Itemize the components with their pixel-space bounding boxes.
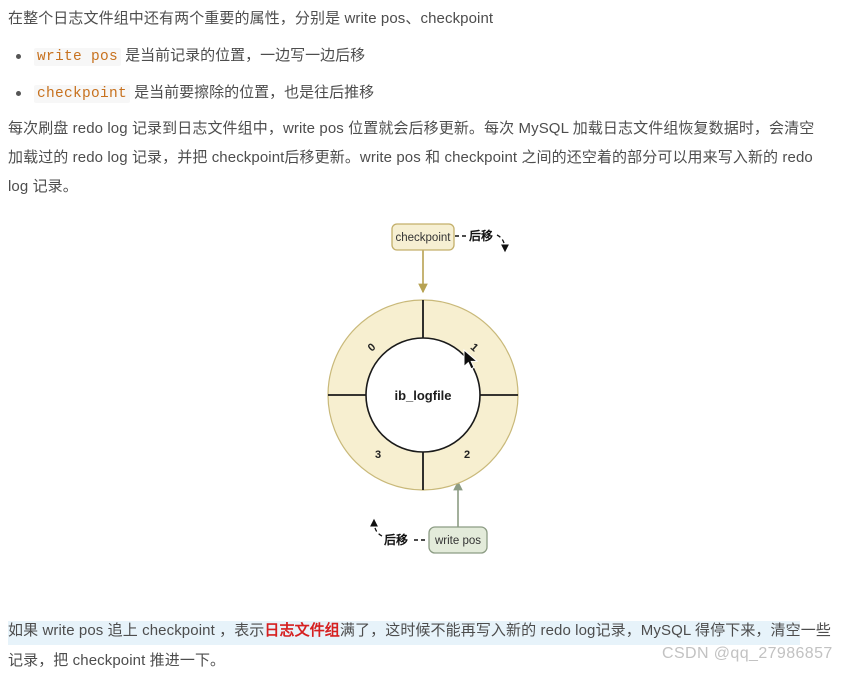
tail-paragraph-before: 如果 write pos 追上 checkpoint ，表示 xyxy=(8,622,265,639)
document-page: 在整个日志文件组中还有两个重要的属性，分别是 write pos、checkpo… xyxy=(0,0,847,672)
inline-code-checkpoint: checkpoint xyxy=(34,85,131,103)
body-paragraph-text: 每次刷盘 redo log 记录到日志文件组中，write pos 位置就会后移… xyxy=(8,120,815,195)
ring-segment-label-3: 3 xyxy=(375,449,381,461)
list-item: write pos 是当前记录的位置，一边写一边后移 xyxy=(8,38,808,75)
checkpoint-move-annotation: 后移 xyxy=(455,228,509,253)
attribute-bullet-list: write pos 是当前记录的位置，一边写一边后移 checkpoint 是当… xyxy=(8,38,808,112)
write-pos-label-box[interactable]: write pos xyxy=(428,526,488,554)
list-item-text: 是当前记录的位置，一边写一边后移 xyxy=(121,47,366,64)
arrow-pointer-icon xyxy=(463,349,479,370)
tail-paragraph-highlight: 日志文件组 xyxy=(264,622,340,639)
checkpoint-move-label: 后移 xyxy=(469,228,493,243)
ring-segment-label-2: 2 xyxy=(464,449,470,461)
intro-paragraph-text: 在整个日志文件组中还有两个重要的属性，分别是 write pos、checkpo… xyxy=(8,10,494,27)
csdn-watermark: CSDN @qq_27986857 xyxy=(662,645,833,662)
intro-paragraph: 在整个日志文件组中还有两个重要的属性，分别是 write pos、checkpo… xyxy=(8,4,828,33)
redo-log-ring-diagram: 0 1 2 3 ib_logfile checkpoint 后移 write p… xyxy=(300,205,580,575)
write-pos-move-label: 后移 xyxy=(384,532,408,547)
checkpoint-box-label: checkpoint xyxy=(396,232,452,244)
log-file-ring: 0 1 2 3 ib_logfile xyxy=(327,299,519,491)
checkpoint-label-box[interactable]: checkpoint xyxy=(391,223,455,251)
write-pos-move-curve-arrow xyxy=(370,518,383,537)
list-item: checkpoint 是当前要擦除的位置，也是往后推移 xyxy=(8,75,808,112)
list-item-text: 是当前要擦除的位置，也是往后推移 xyxy=(130,84,375,101)
write-pos-box-label: write pos xyxy=(434,535,481,547)
inline-code-write-pos: write pos xyxy=(34,48,122,66)
ring-center-label: ib_logfile xyxy=(394,388,451,403)
mouse-cursor xyxy=(463,349,479,370)
body-paragraph: 每次刷盘 redo log 记录到日志文件组中，write pos 位置就会后移… xyxy=(8,114,828,201)
write-pos-move-annotation: 后移 xyxy=(370,518,427,547)
checkpoint-move-curve-arrow xyxy=(496,234,509,253)
